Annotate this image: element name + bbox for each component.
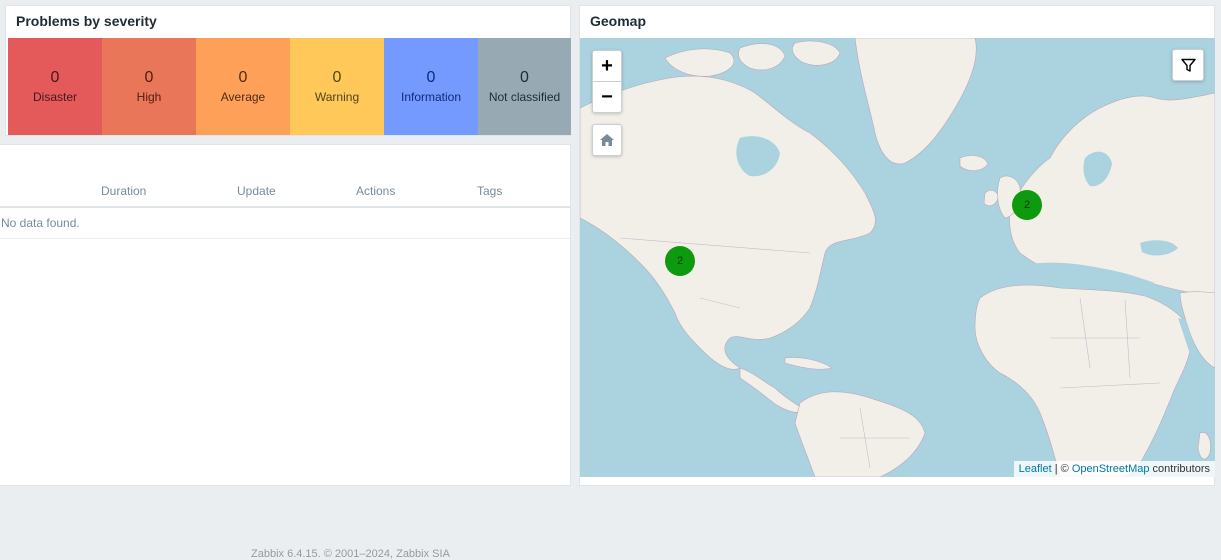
host-cluster-marker[interactable]: 2	[665, 246, 695, 276]
osm-link[interactable]: OpenStreetMap	[1072, 463, 1150, 475]
no-data-message: No data found.	[1, 216, 80, 230]
severity-cell-high[interactable]: 0 High	[102, 38, 196, 135]
zoom-control: + −	[592, 50, 622, 113]
severity-count: 0	[332, 68, 342, 86]
severity-count: 0	[520, 68, 529, 86]
attribution-suffix: contributors	[1149, 463, 1210, 475]
map-attribution: Leaflet | © OpenStreetMap contributors	[1013, 461, 1215, 477]
severity-cell-disaster[interactable]: 0 Disaster	[8, 38, 102, 135]
host-cluster-marker[interactable]: 2	[1012, 190, 1042, 220]
home-control	[592, 124, 622, 156]
attribution-separator: | ©	[1051, 463, 1072, 475]
home-icon	[600, 134, 614, 146]
filter-button[interactable]	[1173, 50, 1203, 80]
filter-control	[1172, 49, 1204, 81]
severity-label: Average	[220, 89, 266, 104]
filter-icon	[1180, 58, 1196, 72]
row-divider	[0, 238, 570, 239]
severity-cell-not-classified[interactable]: 0 Not classified	[478, 38, 571, 135]
zoom-in-button[interactable]: +	[593, 51, 621, 81]
widget-title: Geomap	[590, 13, 647, 29]
column-header-tags[interactable]: Tags	[477, 184, 502, 198]
severity-label: Warning	[314, 89, 360, 104]
footer-text: Zabbix 6.4.15. © 2001–2024, Zabbix SIA	[251, 548, 450, 560]
severity-count: 0	[144, 68, 154, 86]
severity-cell-warning[interactable]: 0 Warning	[290, 38, 384, 135]
severity-count: 0	[238, 68, 248, 86]
severity-row: 0 Disaster 0 High 0 Average 0 Warning 0 …	[8, 38, 571, 135]
severity-label: Disaster	[32, 89, 77, 104]
severity-count: 0	[50, 68, 60, 86]
column-header-actions[interactable]: Actions	[356, 184, 395, 198]
severity-label: Information	[400, 89, 462, 104]
problems-widget: Duration Update Actions Tags No data fou…	[0, 144, 571, 486]
widget-title: Problems by severity	[16, 13, 157, 29]
column-header-duration[interactable]: Duration	[101, 184, 146, 198]
header-divider	[0, 206, 570, 208]
severity-cell-average[interactable]: 0 Average	[196, 38, 290, 135]
zoom-out-button[interactable]: −	[593, 81, 621, 112]
problems-by-severity-widget: Problems by severity 0 Disaster 0 High 0…	[5, 5, 571, 136]
leaflet-link[interactable]: Leaflet	[1019, 463, 1052, 475]
map-canvas[interactable]: + − 2 2 Leaflet | © OpenStreetMap contri…	[580, 38, 1215, 477]
home-button[interactable]	[593, 125, 621, 155]
severity-count: 0	[426, 68, 436, 86]
column-header-update[interactable]: Update	[237, 184, 276, 198]
severity-label: Not classified	[488, 89, 561, 104]
geomap-widget: Geomap + − 2 2 Leaflet | © OpenStreetMap…	[579, 5, 1215, 486]
severity-label: High	[136, 89, 162, 104]
severity-cell-information[interactable]: 0 Information	[384, 38, 478, 135]
